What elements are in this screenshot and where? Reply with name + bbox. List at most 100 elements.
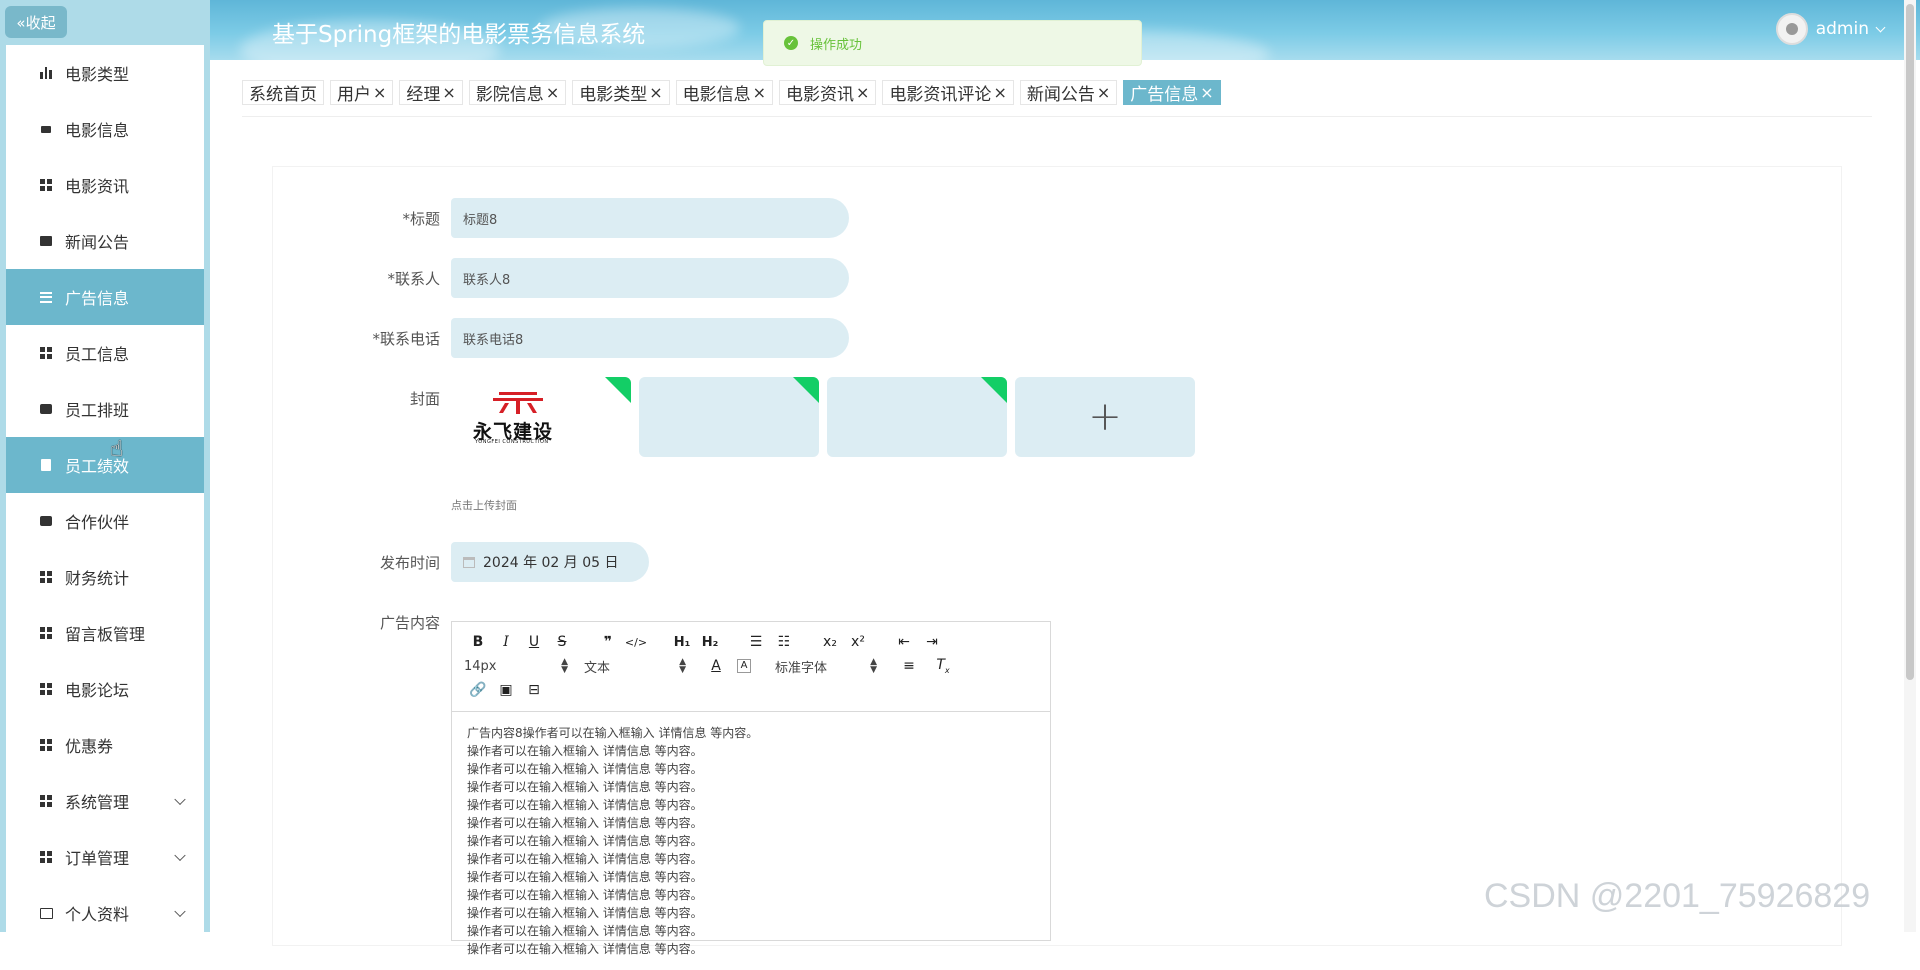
sidebar-item-label: 员工信息: [65, 345, 130, 364]
font-family-select[interactable]: 标准字体 ▲ ▼: [775, 657, 885, 676]
upload-add-button[interactable]: +: [1015, 377, 1195, 457]
sidebar-item-movie-type[interactable]: 电影类型: [6, 45, 204, 101]
close-icon[interactable]: ×: [856, 83, 869, 102]
sidebar-item-coupon[interactable]: 优惠券: [6, 717, 204, 773]
font-family-value: 标准字体: [775, 660, 828, 676]
content-line: 操作者可以在输入框输入 详情信息 等内容。: [467, 942, 703, 956]
grid-icon: [39, 738, 53, 752]
link-icon[interactable]: 🔗: [464, 682, 492, 698]
cover-image-thumb[interactable]: 永飞建设 YONGFEI CONSTRUCTION: [451, 377, 631, 457]
sidebar-item-partners[interactable]: 合作伙伴: [6, 493, 204, 549]
logo-subtext: YONGFEI CONSTRUCTION: [475, 439, 549, 445]
strikethrough-icon[interactable]: S: [548, 634, 576, 650]
date-value: 2024 年 02 月 05 日: [483, 555, 619, 571]
content-line: 操作者可以在输入框输入 详情信息 等内容。: [467, 780, 703, 794]
tab-manager[interactable]: 经理 ×: [399, 80, 463, 105]
font-size-select[interactable]: 14px ▲ ▼: [464, 658, 576, 675]
phone-input[interactable]: 联系电话8: [451, 318, 849, 358]
italic-icon[interactable]: I: [492, 634, 520, 650]
outdent-icon[interactable]: ⇤: [890, 634, 918, 650]
indent-icon[interactable]: ⇥: [918, 634, 946, 650]
cover-image-thumb[interactable]: [639, 377, 819, 457]
tab-home[interactable]: 系统首页: [242, 80, 324, 105]
mouse-pointer-icon: ☝: [110, 437, 124, 462]
sidebar-item-label: 员工排班: [65, 401, 130, 420]
ordered-list-icon[interactable]: ☰: [742, 634, 770, 650]
tab-movie-info[interactable]: 电影信息 ×: [675, 80, 774, 105]
underline-icon[interactable]: U: [520, 634, 548, 650]
sidebar-item-orders[interactable]: 订单管理: [6, 829, 204, 885]
cover-hint: 点击上传封面: [451, 499, 517, 512]
tab-movie-news[interactable]: 电影资讯 ×: [779, 80, 877, 105]
editor-content[interactable]: 广告内容8操作者可以在输入框输入 详情信息 等内容。 操作者可以在输入框输入 详…: [452, 712, 1050, 970]
tab-ad-info[interactable]: 广告信息 ×: [1123, 80, 1221, 105]
sidebar-item-movie-info[interactable]: 电影信息: [6, 101, 204, 157]
background-color-icon[interactable]: A: [737, 659, 751, 673]
logo-mark-icon: [493, 392, 543, 414]
grid-icon: [39, 850, 53, 864]
sidebar-item-staff-schedule[interactable]: 员工排班: [6, 381, 204, 437]
grid-icon: [39, 682, 53, 696]
grid-icon: [39, 346, 53, 360]
plus-icon: +: [1088, 394, 1122, 440]
sidebar-item-movie-news[interactable]: 电影资讯: [6, 157, 204, 213]
superscript-icon[interactable]: x²: [844, 634, 872, 650]
close-icon[interactable]: ×: [753, 83, 766, 102]
close-icon[interactable]: ×: [993, 83, 1006, 102]
date-picker[interactable]: 2024 年 02 月 05 日: [451, 542, 649, 582]
close-icon[interactable]: ×: [373, 83, 386, 102]
tab-news-comments[interactable]: 电影资讯评论 ×: [882, 80, 1014, 105]
heading1-icon[interactable]: H₁: [668, 635, 696, 650]
tab-label: 经理: [406, 85, 441, 105]
rich-text-editor: B I U S ❞ </> H₁ H₂ ☰ ☷ x₂ x² ⇤ ⇥ 14px ▲ ▼…: [451, 621, 1051, 956]
sidebar-item-ad-info[interactable]: 广告信息: [6, 269, 204, 325]
close-icon[interactable]: ×: [442, 83, 455, 102]
required-mark: *: [402, 210, 410, 228]
sidebar-item-label: 留言板管理: [65, 625, 146, 644]
tab-movie-type[interactable]: 电影类型 ×: [572, 80, 670, 105]
close-icon[interactable]: ×: [1097, 83, 1110, 102]
close-icon[interactable]: ×: [1200, 83, 1213, 102]
content-line: 操作者可以在输入框输入 详情信息 等内容。: [467, 924, 703, 938]
sidebar-item-label: 优惠券: [65, 737, 114, 756]
clear-format-icon[interactable]: Tx: [929, 657, 957, 675]
bullet-list-icon[interactable]: ☷: [770, 634, 798, 650]
sidebar-item-forum[interactable]: 电影论坛: [6, 661, 204, 717]
title-input[interactable]: 标题8: [451, 198, 849, 238]
quote-icon[interactable]: ❞: [594, 634, 622, 650]
close-icon[interactable]: ×: [546, 83, 559, 102]
cover-image-thumb[interactable]: [827, 377, 1007, 457]
contact-input[interactable]: 联系人8: [451, 258, 849, 298]
sidebar-item-system[interactable]: 系统管理: [6, 773, 204, 829]
header-type-select[interactable]: 文本 ▲ ▼: [584, 657, 694, 676]
sidebar-item-staff-performance[interactable]: 员工绩效: [6, 437, 204, 493]
image-icon[interactable]: ▣: [492, 682, 520, 698]
collapse-button[interactable]: «收起: [5, 6, 67, 38]
tab-announcement[interactable]: 新闻公告 ×: [1019, 80, 1118, 105]
grid-icon: [39, 626, 53, 640]
uploaded-badge: [605, 377, 631, 403]
user-menu[interactable]: admin: [1775, 13, 1886, 45]
sidebar-item-message-board[interactable]: 留言板管理: [6, 605, 204, 661]
sidebar-item-staff-info[interactable]: 员工信息: [6, 325, 204, 381]
chevron-down-icon: [1875, 22, 1886, 32]
content-line: 操作者可以在输入框输入 详情信息 等内容。: [467, 762, 703, 776]
tab-user[interactable]: 用户 ×: [330, 80, 394, 105]
video-icon[interactable]: ⊟: [520, 682, 548, 698]
font-color-icon[interactable]: A: [702, 658, 730, 674]
bold-icon[interactable]: B: [464, 634, 492, 650]
code-icon[interactable]: </>: [622, 636, 650, 649]
select-arrows-icon: ▲ ▼: [679, 657, 686, 675]
sidebar-item-label: 广告信息: [65, 289, 130, 308]
sidebar-item-announcement[interactable]: 新闻公告: [6, 213, 204, 269]
subscript-icon[interactable]: x₂: [816, 634, 844, 650]
sidebar-item-finance[interactable]: 财务统计: [6, 549, 204, 605]
tab-cinema[interactable]: 影院信息 ×: [468, 80, 567, 105]
font-size-value: 14px: [464, 658, 497, 674]
page-scrollbar-thumb[interactable]: [1906, 4, 1914, 680]
close-icon[interactable]: ×: [649, 83, 662, 102]
heading2-icon[interactable]: H₂: [696, 635, 724, 650]
align-icon[interactable]: ≡: [895, 658, 923, 674]
sidebar-item-profile[interactable]: 个人资料: [6, 885, 204, 941]
content-line: 操作者可以在输入框输入 详情信息 等内容。: [467, 816, 703, 830]
